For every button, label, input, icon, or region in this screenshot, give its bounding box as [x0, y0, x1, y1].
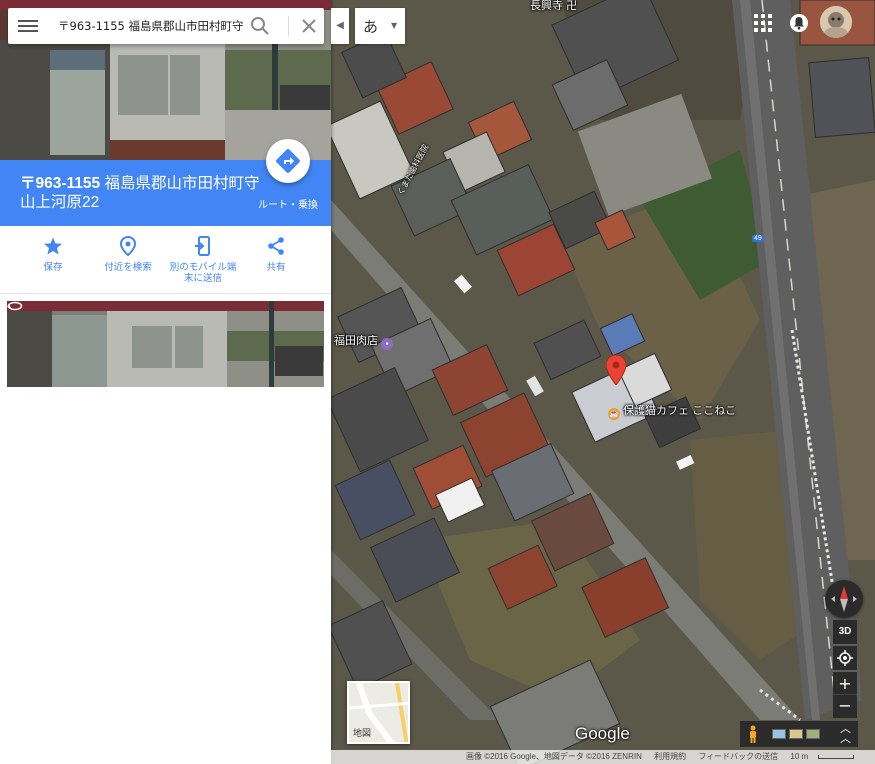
close-icon[interactable] — [298, 15, 320, 37]
share-label: 共有 — [266, 262, 286, 273]
compass-control[interactable] — [825, 580, 863, 618]
imagery-thumb-1[interactable] — [772, 729, 786, 739]
postal-code: 〒963-1155 — [20, 175, 101, 192]
route-49-shield: 49 — [752, 235, 764, 242]
coffee-cup-icon: ☕ — [608, 408, 620, 420]
map-view-toggle[interactable]: 地図 — [347, 681, 410, 744]
share-icon — [268, 237, 284, 255]
ime-mode-button[interactable]: あ ▼ — [355, 8, 405, 44]
street-view-thumbnail[interactable] — [7, 301, 324, 387]
cafe-name: 保護猫カフェ ここねこ — [623, 405, 737, 417]
hamburger-menu-icon[interactable] — [18, 17, 38, 35]
chevron-up-double-icon[interactable]: ︿ ︿ — [840, 723, 851, 744]
send-to-device-label-2: 末に送信 — [183, 273, 222, 284]
temple-name: 長興寺 — [530, 0, 563, 12]
avatar-photo — [820, 6, 852, 38]
pegman-icon[interactable] — [748, 725, 758, 743]
address-line-1: 福島県郡山市田村町守 — [104, 175, 260, 192]
imagery-thumb-3[interactable] — [806, 729, 820, 739]
share-button[interactable]: 共有 — [238, 236, 314, 273]
search-input[interactable] — [58, 16, 246, 36]
star-icon — [44, 237, 62, 255]
ime-hiragana-label: あ — [363, 18, 379, 36]
search-divider — [288, 16, 289, 36]
place-actions: 保存 付近を検索 別のモバイル端 末に送信 共有 — [0, 226, 331, 294]
collapse-panel-button[interactable]: ◀ — [331, 8, 349, 44]
search-nearby-button[interactable]: 付近を検索 — [90, 236, 166, 273]
terms-link[interactable]: 利用規約 — [654, 752, 686, 761]
address-line-2: 山上河原22 — [20, 194, 100, 211]
apps-grid-icon[interactable] — [754, 14, 772, 32]
my-location-button[interactable] — [833, 646, 857, 670]
notifications-bell-icon[interactable] — [789, 12, 809, 34]
google-logo: Google — [575, 724, 630, 743]
temple-icon: 卍 — [566, 0, 578, 12]
nearby-pin-icon — [119, 236, 137, 256]
send-to-device-button[interactable]: 別のモバイル端 末に送信 — [165, 236, 241, 284]
search-box — [8, 8, 324, 44]
minimap-label: 地図 — [353, 728, 372, 738]
zoom-out-button[interactable]: − — [833, 694, 857, 718]
place-address: 〒963-1155 福島県郡山市田村町守 山上河原22 — [20, 174, 260, 212]
tilt-3d-button[interactable]: 3D — [833, 620, 857, 644]
imagery-strip[interactable]: ︿ ︿ — [740, 721, 858, 747]
search-nearby-label: 付近を検索 — [104, 262, 152, 273]
cafe-label[interactable]: ☕ 保護猫カフェ ここねこ — [608, 402, 736, 420]
zoom-in-button[interactable]: + — [833, 672, 857, 696]
scale-label: 10 m — [790, 752, 809, 761]
imagery-thumb-2[interactable] — [789, 729, 803, 739]
search-icon[interactable] — [248, 14, 272, 38]
shopping-bag-icon: ▪ — [381, 338, 394, 350]
caret-left-icon: ◀ — [336, 20, 344, 31]
save-button[interactable]: 保存 — [15, 236, 91, 273]
directions-button[interactable] — [266, 139, 310, 183]
street-view-photo — [7, 301, 324, 387]
feedback-link[interactable]: フィードバックの送信 — [698, 752, 778, 761]
meat-shop-name: 福田肉店 — [334, 335, 378, 347]
map-footer: 画像 ©2016 Google、地図データ ©2016 ZENRIN 利用規約 … — [331, 750, 875, 764]
crosshair-icon — [837, 650, 853, 666]
meat-shop-label[interactable]: 福田肉店 ▪ — [334, 332, 394, 350]
temple-label[interactable]: 長興寺 卍 — [530, 0, 577, 13]
rotate-360-icon — [7, 301, 23, 311]
account-avatar[interactable] — [820, 6, 852, 38]
caret-down-icon: ▼ — [391, 21, 398, 30]
directions-label[interactable]: ルート・乗換 — [248, 196, 328, 211]
scale-bar — [818, 754, 855, 759]
location-pin-icon[interactable] — [606, 355, 626, 385]
save-label: 保存 — [43, 262, 63, 273]
send-to-device-icon — [195, 236, 210, 256]
imagery-attribution: 画像 ©2016 Google、地図データ ©2016 ZENRIN — [466, 752, 642, 761]
place-panel: 〒963-1155 福島県郡山市田村町守 山上河原22 ルート・乗換 保存 付近… — [0, 0, 331, 764]
compass-needle-icon — [831, 586, 857, 612]
send-to-device-label-1: 別のモバイル端 — [169, 262, 237, 273]
directions-arrow-icon — [276, 149, 300, 173]
